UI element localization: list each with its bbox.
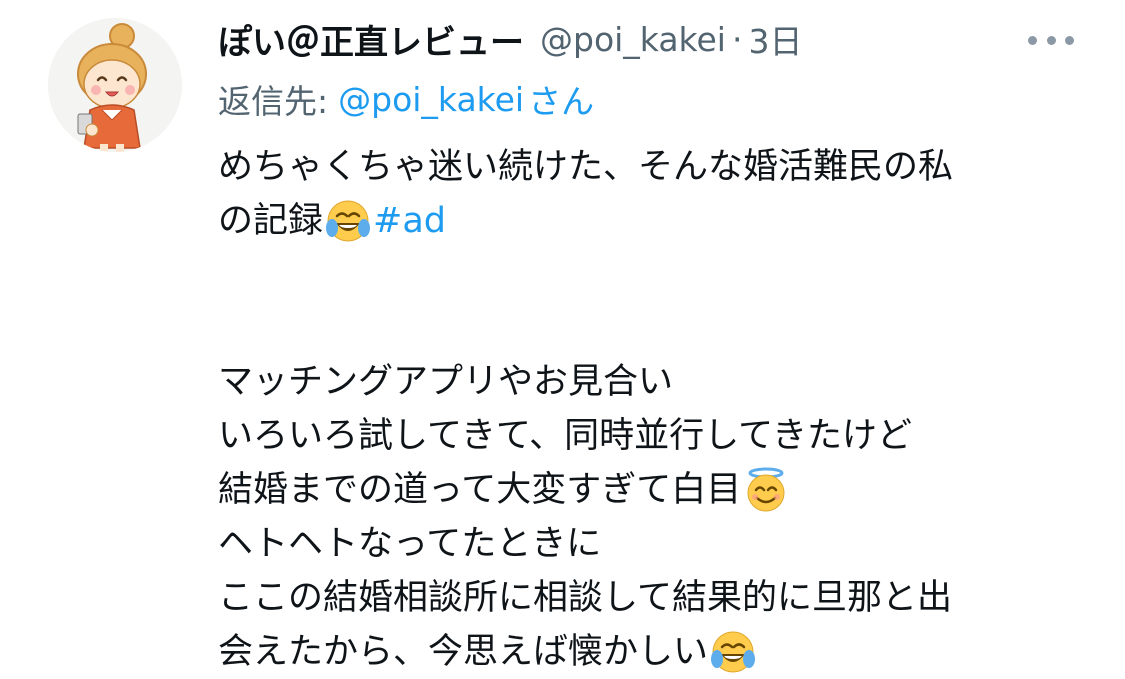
tweet-line: マッチングアプリやお見合い (218, 355, 1088, 409)
display-name[interactable]: ぽい＠正直レビュー (218, 15, 524, 64)
tweet-line: 会えたから、今思えば懐かしい (218, 625, 1088, 679)
more-dot (1028, 35, 1037, 45)
more-dot (1065, 35, 1074, 45)
separator-dot: · (731, 19, 743, 59)
tweet-line: の記録 #ad (218, 194, 1088, 248)
face-with-tears-of-joy-icon (711, 631, 756, 673)
hashtag-link[interactable]: #ad (373, 194, 446, 248)
tweet-timestamp[interactable]: 3日 (748, 15, 802, 63)
reply-context: 返信先: @poi_kakei さん (218, 74, 594, 124)
smiling-face-with-halo-icon (747, 467, 785, 512)
reply-suffix: さん (528, 82, 595, 121)
tweet-line-text: 会えたから、今思えば懐かしい (218, 632, 709, 672)
tweet-line-text: 結婚までの道って大変すぎて白目 (218, 470, 742, 510)
avatar[interactable] (48, 18, 182, 152)
face-with-tears-of-joy-icon (326, 200, 371, 242)
more-horizontal-icon[interactable] (1028, 30, 1074, 50)
tweet-line-text: めちゃくちゃ迷い続けた、そんな婚活難民の私 (218, 147, 954, 187)
tweet-line-text: マッチングアプリやお見合い (218, 362, 674, 402)
tweet-text: めちゃくちゃ迷い続けた、そんな婚活難民の私 の記録 #ad マッチングアプリやお… (218, 140, 1088, 679)
user-handle[interactable]: @poi_kakei (540, 20, 726, 59)
tweet-line: ここの結婚相談所に相談して結果的に旦那と出 (218, 571, 1088, 625)
tweet-line: めちゃくちゃ迷い続けた、そんな婚活難民の私 (218, 140, 1088, 194)
tweet-header: ぽい＠正直レビュー @poi_kakei · 3日 (218, 14, 802, 64)
tweet-line: 結婚までの道って大変すぎて白目 (218, 463, 1088, 517)
tweet-line-text: ここの結婚相談所に相談して結果的に旦那と出 (218, 578, 952, 618)
tweet-line: いろいろ試してきて、同時並行してきたけど (218, 409, 1088, 463)
tweet-line-text: ヘトヘトなってたときに (218, 524, 602, 564)
more-dot (1046, 35, 1056, 45)
tweet-line-text: の記録 (218, 201, 324, 241)
tweet-line-text: いろいろ試してきて、同時並行してきたけど (218, 416, 913, 456)
reply-label: 返信先: (218, 82, 329, 121)
tweet-line: ヘトヘトなってたときに (218, 517, 1088, 571)
reply-target-link[interactable]: @poi_kakei (338, 80, 524, 119)
cartoon-woman-icon (48, 18, 182, 152)
tweet[interactable]: ぽい＠正直レビュー @poi_kakei · 3日 返信先: @poi_kake… (0, 0, 1125, 673)
